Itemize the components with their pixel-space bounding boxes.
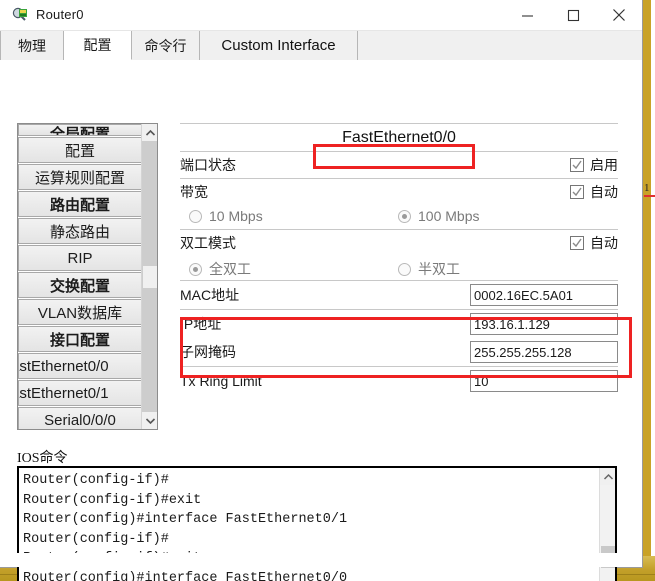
sidebar-item-vlan-database[interactable]: VLAN数据库 bbox=[18, 299, 142, 325]
interface-title: FastEthernet0/0 bbox=[342, 129, 456, 146]
sidebar-item-label: 配置 bbox=[64, 142, 95, 160]
sidebar-item-static-route[interactable]: 静态路由 bbox=[18, 218, 142, 244]
tab-strip-filler bbox=[358, 31, 642, 60]
bandwidth-options-row: 10 Mbps 100 Mbps bbox=[180, 205, 618, 229]
ip-address-label: IP地址 bbox=[180, 316, 222, 332]
router-config-window: Router0 物理 配置 命令行 Custom Interface 全局配置 bbox=[0, 0, 643, 581]
close-button[interactable] bbox=[596, 0, 642, 30]
sidebar-item-label: RIP bbox=[67, 249, 93, 267]
background-clipped-number: 1 bbox=[644, 182, 655, 197]
subnet-mask-label: 子网掩码 bbox=[180, 344, 236, 360]
bandwidth-auto-checkbox[interactable] bbox=[570, 185, 584, 199]
tx-ring-limit-input[interactable] bbox=[470, 370, 618, 392]
sidebar-item-label: 路由配置 bbox=[49, 196, 110, 214]
ios-command-label: IOS命令 bbox=[17, 451, 68, 466]
duplex-options-row: 全双工 半双工 bbox=[180, 256, 618, 280]
background-clipped-underline bbox=[644, 195, 655, 197]
bandwidth-option-100mbps-label: 100 Mbps bbox=[418, 208, 480, 224]
sidebar-item-interface[interactable]: 接口配置 bbox=[18, 326, 142, 352]
window-title: Router0 bbox=[36, 7, 84, 22]
port-status-label: 端口状态 bbox=[180, 157, 236, 173]
chevron-up-icon[interactable] bbox=[142, 124, 157, 141]
sidebar-item-label: 接口配置 bbox=[49, 331, 110, 349]
tx-ring-limit-row: Tx Ring Limit bbox=[180, 367, 618, 395]
radio-icon[interactable] bbox=[398, 262, 411, 276]
sidebar-scrollbar[interactable] bbox=[141, 124, 157, 429]
ip-address-row: IP地址 bbox=[180, 310, 618, 338]
sidebar-item-serial-0-0-0[interactable]: Serial0/0/0 bbox=[18, 407, 142, 429]
tab-strip: 物理 配置 命令行 Custom Interface bbox=[0, 31, 642, 60]
tab-config[interactable]: 配置 bbox=[64, 31, 132, 60]
bandwidth-option-10mbps-label: 10 Mbps bbox=[209, 208, 263, 224]
bandwidth-option-100mbps[interactable]: 100 Mbps bbox=[398, 208, 479, 224]
sidebar-scroll-thumb[interactable] bbox=[143, 266, 157, 288]
subnet-mask-input[interactable] bbox=[470, 341, 618, 363]
subnet-mask-row: 子网掩码 bbox=[180, 338, 618, 366]
radio-icon[interactable] bbox=[189, 209, 202, 223]
sidebar-item-fastethernet-0-1[interactable]: astEthernet0/1 bbox=[18, 380, 142, 406]
background-clipped-number-text: 1 bbox=[644, 182, 650, 194]
mac-address-label: MAC地址 bbox=[180, 287, 240, 303]
duplex-auto-control[interactable]: 自动 bbox=[570, 233, 618, 253]
mac-address-row: MAC地址 bbox=[180, 281, 618, 309]
chevron-up-icon[interactable] bbox=[600, 468, 615, 485]
duplex-option-full[interactable]: 全双工 bbox=[189, 259, 251, 279]
config-content: 全局配置 配置 运算规则配置 路由配置 静态路由 RIP 交换配置 VLAN数据… bbox=[0, 60, 642, 581]
maximize-button[interactable] bbox=[550, 0, 596, 30]
duplex-row: 双工模式 自动 bbox=[180, 230, 618, 256]
duplex-auto-checkbox[interactable] bbox=[570, 236, 584, 250]
minimize-button[interactable] bbox=[504, 0, 550, 30]
background-right-edge bbox=[651, 0, 655, 556]
sidebar-item-label: 静态路由 bbox=[49, 223, 110, 241]
duplex-option-half-label: 半双工 bbox=[418, 261, 460, 277]
mac-address-input[interactable] bbox=[470, 284, 618, 306]
port-status-control[interactable]: 启用 bbox=[570, 155, 618, 175]
content-bottom-filler bbox=[0, 553, 642, 567]
sidebar-item-list: 全局配置 配置 运算规则配置 路由配置 静态路由 RIP 交换配置 VLAN数据… bbox=[18, 124, 142, 429]
sidebar-item-global-config[interactable]: 全局配置 bbox=[18, 124, 142, 136]
title-bar: Router0 bbox=[0, 0, 642, 31]
sidebar-item-label: 交换配置 bbox=[49, 277, 110, 295]
port-status-checkbox[interactable] bbox=[570, 158, 584, 172]
sidebar-item-label: astEthernet0/1 bbox=[18, 384, 109, 402]
sidebar-item-config[interactable]: 配置 bbox=[18, 137, 142, 163]
bandwidth-auto-control[interactable]: 自动 bbox=[570, 182, 618, 202]
ip-address-input[interactable] bbox=[470, 313, 618, 335]
duplex-option-full-label: 全双工 bbox=[209, 261, 251, 277]
duplex-option-half[interactable]: 半双工 bbox=[398, 259, 460, 279]
sidebar-scroll-track[interactable] bbox=[142, 141, 157, 412]
bandwidth-row: 带宽 自动 bbox=[180, 179, 618, 205]
port-status-row: 端口状态 启用 bbox=[180, 152, 618, 178]
bandwidth-option-10mbps[interactable]: 10 Mbps bbox=[189, 208, 263, 224]
duplex-auto-label: 自动 bbox=[590, 235, 618, 251]
sidebar-item-label: 全局配置 bbox=[49, 126, 110, 136]
tx-ring-limit-label: Tx Ring Limit bbox=[180, 373, 262, 389]
sidebar-item-label: 运算规则配置 bbox=[34, 169, 125, 187]
port-status-checkbox-label: 启用 bbox=[590, 157, 618, 173]
sidebar-item-algorithm-settings[interactable]: 运算规则配置 bbox=[18, 164, 142, 190]
sidebar-item-switching[interactable]: 交换配置 bbox=[18, 272, 142, 298]
radio-selected-icon[interactable] bbox=[189, 262, 202, 276]
tab-custom-interface[interactable]: Custom Interface bbox=[200, 31, 358, 60]
tab-cli[interactable]: 命令行 bbox=[132, 31, 200, 60]
config-sidebar: 全局配置 配置 运算规则配置 路由配置 静态路由 RIP 交换配置 VLAN数据… bbox=[17, 123, 158, 430]
tab-physical[interactable]: 物理 bbox=[0, 31, 64, 60]
sidebar-item-rip[interactable]: RIP bbox=[18, 245, 142, 271]
sidebar-item-label: VLAN数据库 bbox=[37, 304, 123, 322]
bandwidth-auto-label: 自动 bbox=[590, 184, 618, 200]
sidebar-item-fastethernet-0-0[interactable]: astEthernet0/0 bbox=[18, 353, 142, 379]
sidebar-item-label: Serial0/0/0 bbox=[44, 411, 116, 429]
interface-settings-panel: FastEthernet0/0 端口状态 启用 带宽 自动 10 Mbps 10… bbox=[180, 123, 632, 395]
duplex-label: 双工模式 bbox=[180, 235, 236, 251]
sidebar-item-label: astEthernet0/0 bbox=[18, 357, 109, 375]
sidebar-item-routing[interactable]: 路由配置 bbox=[18, 191, 142, 217]
chevron-down-icon[interactable] bbox=[142, 412, 157, 429]
bandwidth-label: 带宽 bbox=[180, 184, 208, 200]
router-magnifier-icon bbox=[12, 7, 29, 24]
radio-selected-icon[interactable] bbox=[398, 209, 411, 223]
